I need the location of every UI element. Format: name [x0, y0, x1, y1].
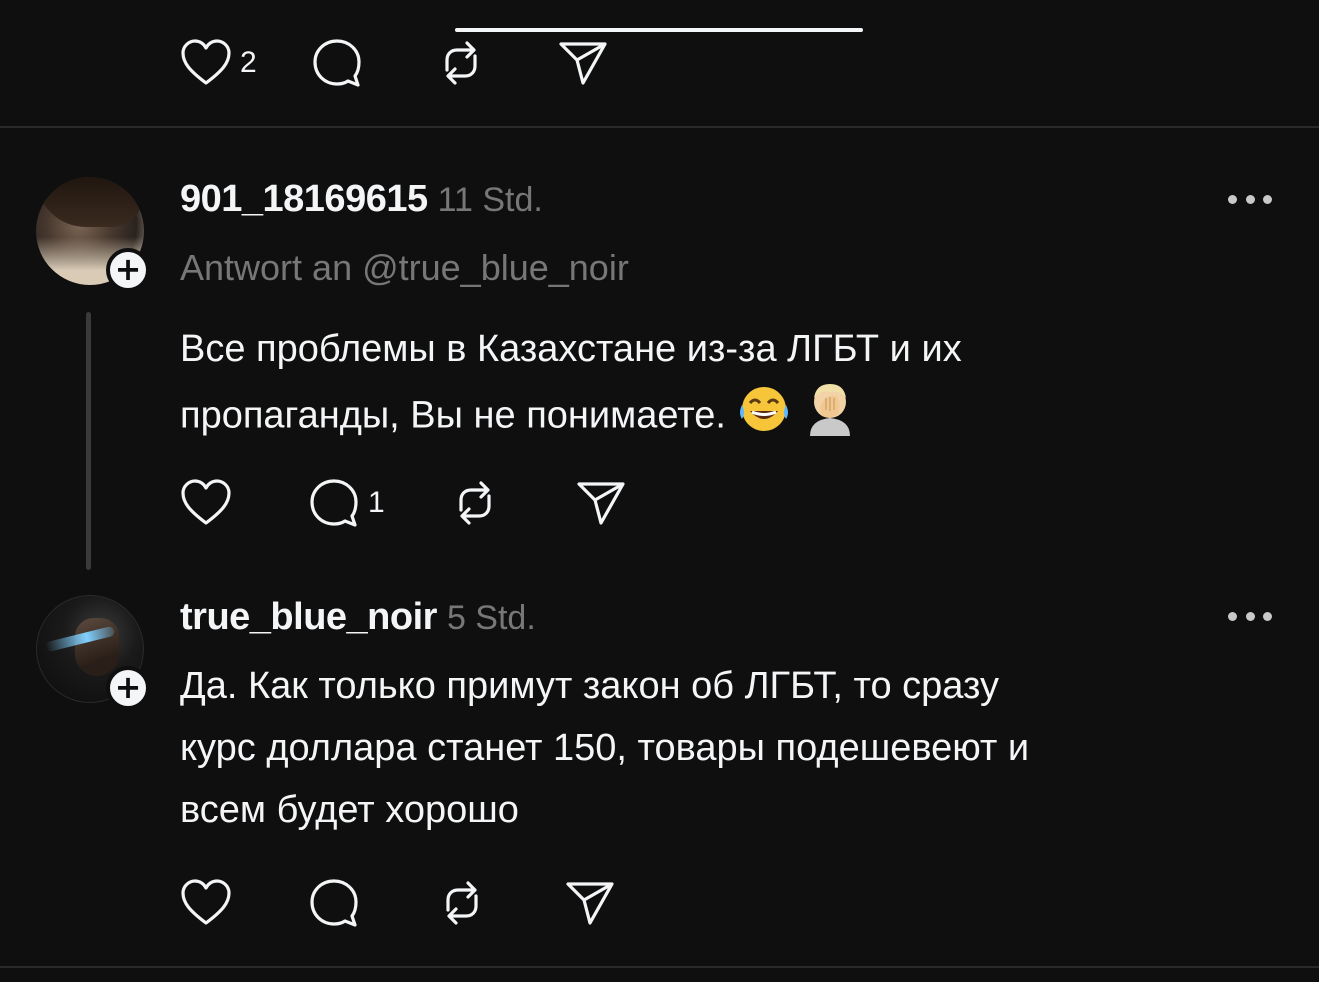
share-button[interactable] [575, 479, 627, 527]
reply-to-label[interactable]: Antwort an @true_blue_noir [180, 247, 629, 289]
facepalm-emoji [802, 380, 858, 455]
active-tab-indicator [455, 28, 863, 32]
reply-button[interactable]: 1 [308, 478, 385, 528]
more-dots-icon[interactable] [1228, 193, 1272, 205]
post-username[interactable]: 901_18169615 11 Std. [180, 178, 543, 221]
heart-icon [180, 39, 232, 87]
repost-button[interactable] [436, 878, 488, 928]
like-button[interactable] [180, 479, 232, 527]
heart-icon [180, 479, 232, 527]
share-button[interactable] [557, 39, 609, 87]
post-actions: 1 [180, 478, 627, 528]
username-text[interactable]: true_blue_noir [180, 596, 437, 638]
repost-icon [449, 478, 501, 528]
send-icon [575, 479, 627, 527]
post-text: Да. Как только примут закон об ЛГБТ, то … [180, 665, 1030, 831]
like-button[interactable]: 2 [180, 39, 257, 87]
repost-icon [436, 878, 488, 928]
username-text[interactable]: 901_18169615 [180, 178, 428, 220]
like-count: 2 [240, 46, 257, 79]
thread-line [86, 312, 91, 570]
repost-button[interactable] [435, 38, 487, 88]
reply-button[interactable] [311, 38, 363, 88]
post-actions [180, 878, 616, 928]
divider [0, 126, 1319, 128]
more-dots-icon[interactable] [1228, 610, 1272, 622]
post-time: 11 Std. [437, 181, 543, 219]
send-icon [564, 879, 616, 927]
follow-plus-icon[interactable]: + [106, 248, 150, 292]
repost-icon [435, 38, 487, 88]
post-text: Все проблемы в Казахстане из-за ЛГБТ и и… [180, 318, 962, 455]
thread-view: 2 + 901_18169615 11 Std. Antwort an @true… [0, 0, 1319, 982]
comment-icon [308, 878, 360, 928]
joy-emoji [736, 383, 792, 452]
repost-button[interactable] [449, 478, 501, 528]
heart-icon [180, 879, 232, 927]
follow-plus-icon[interactable]: + [106, 666, 150, 710]
share-button[interactable] [564, 879, 616, 927]
reply-count: 1 [368, 486, 385, 519]
like-button[interactable] [180, 879, 232, 927]
comment-icon [308, 478, 360, 528]
top-post-actions: 2 [180, 38, 609, 88]
comment-icon [311, 38, 363, 88]
post-time: 5 Std. [446, 599, 536, 637]
divider [0, 966, 1319, 968]
send-icon [557, 39, 609, 87]
reply-button[interactable] [308, 878, 360, 928]
post-username[interactable]: true_blue_noir 5 Std. [180, 596, 536, 639]
